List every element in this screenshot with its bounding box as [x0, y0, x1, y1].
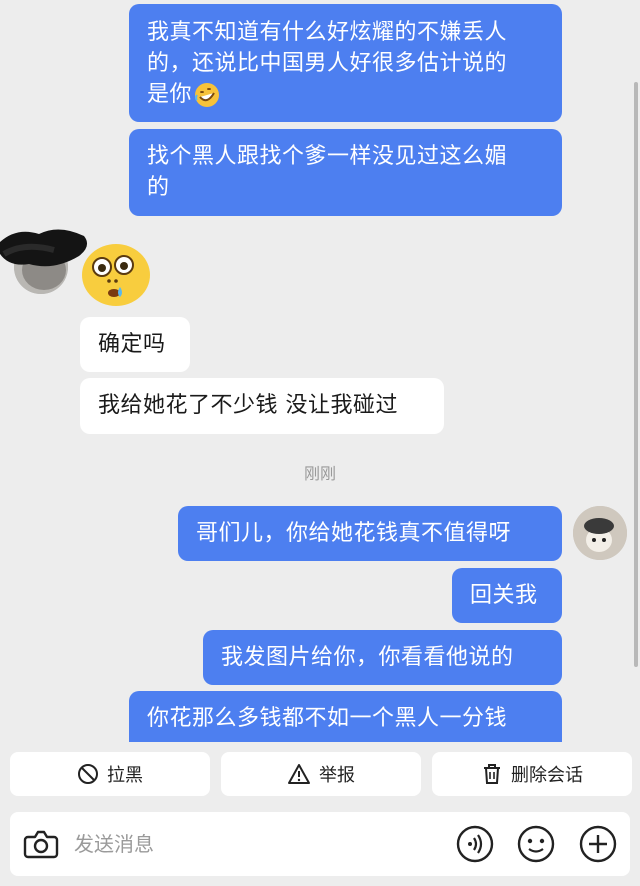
message-text: 是你 — [147, 82, 193, 107]
message-line: 的 — [147, 175, 170, 200]
block-icon — [78, 764, 98, 784]
message-bubble-outgoing[interactable]: 找个黑人跟找个爹一样没见过这么媚 的 — [129, 129, 562, 216]
emoji-icon[interactable] — [517, 825, 555, 863]
message-bubble-outgoing[interactable]: 哥们儿，你给她花钱真不值得呀 — [178, 506, 562, 561]
message-line: 是你 — [147, 79, 544, 110]
user-avatar[interactable] — [573, 506, 627, 560]
chat-area[interactable]: 我真不知道有什么好炫耀的不嫌丢人 的，还说比中国男人好很多估计说的 是你 找个黑… — [0, 0, 640, 742]
message-bubble-incoming[interactable]: 确定吗 — [80, 317, 190, 372]
message-text: 哥们儿，你给她花钱真不值得呀 — [196, 521, 512, 546]
message-bubble-outgoing[interactable]: 我真不知道有什么好炫耀的不嫌丢人 的，还说比中国男人好很多估计说的 是你 — [129, 4, 562, 122]
message-composer — [10, 812, 630, 876]
message-line: 我真不知道有什么好炫耀的不嫌丢人 — [147, 20, 508, 45]
voice-icon[interactable] — [456, 825, 494, 863]
action-bar: 拉黑 举报 删除会话 — [0, 742, 640, 804]
delete-label: 删除会话 — [511, 765, 583, 786]
report-label: 举报 — [319, 765, 355, 786]
plus-icon[interactable] — [579, 825, 617, 863]
message-line: 找个黑人跟找个爹一样没见过这么媚 — [147, 144, 508, 169]
message-text: 你花那么多钱都不如一个黑人一分钱 — [147, 706, 508, 731]
delete-conversation-button[interactable]: 删除会话 — [432, 752, 632, 796]
avatar-image — [573, 506, 627, 560]
input-bar — [0, 804, 640, 886]
warning-icon — [288, 764, 310, 784]
message-line: 的，还说比中国男人好很多估计说的 — [147, 51, 508, 76]
message-timestamp: 刚刚 — [303, 464, 336, 483]
message-text: 回关我 — [470, 583, 538, 608]
camera-icon[interactable] — [22, 825, 60, 863]
trash-icon — [484, 764, 500, 784]
message-bubble-outgoing[interactable]: 你花那么多钱都不如一个黑人一分钱 — [129, 691, 562, 742]
message-bubble-outgoing[interactable]: 我发图片给你，你看看他说的 — [203, 630, 562, 685]
scrollbar[interactable] — [634, 82, 638, 667]
message-text: 我给她花了不少钱 没让我碰过 — [98, 393, 398, 418]
message-text: 确定吗 — [98, 332, 166, 357]
block-button[interactable]: 拉黑 — [10, 752, 210, 796]
rofl-emoji-icon — [195, 82, 220, 107]
message-bubble-incoming[interactable]: 我给她花了不少钱 没让我碰过 — [80, 378, 444, 434]
report-button[interactable]: 举报 — [221, 752, 421, 796]
message-input[interactable] — [74, 826, 434, 862]
astonished-emoji-icon — [82, 244, 150, 306]
block-label: 拉黑 — [107, 765, 143, 786]
message-text: 我发图片给你，你看看他说的 — [221, 645, 514, 670]
message-bubble-outgoing[interactable]: 回关我 — [452, 568, 562, 623]
